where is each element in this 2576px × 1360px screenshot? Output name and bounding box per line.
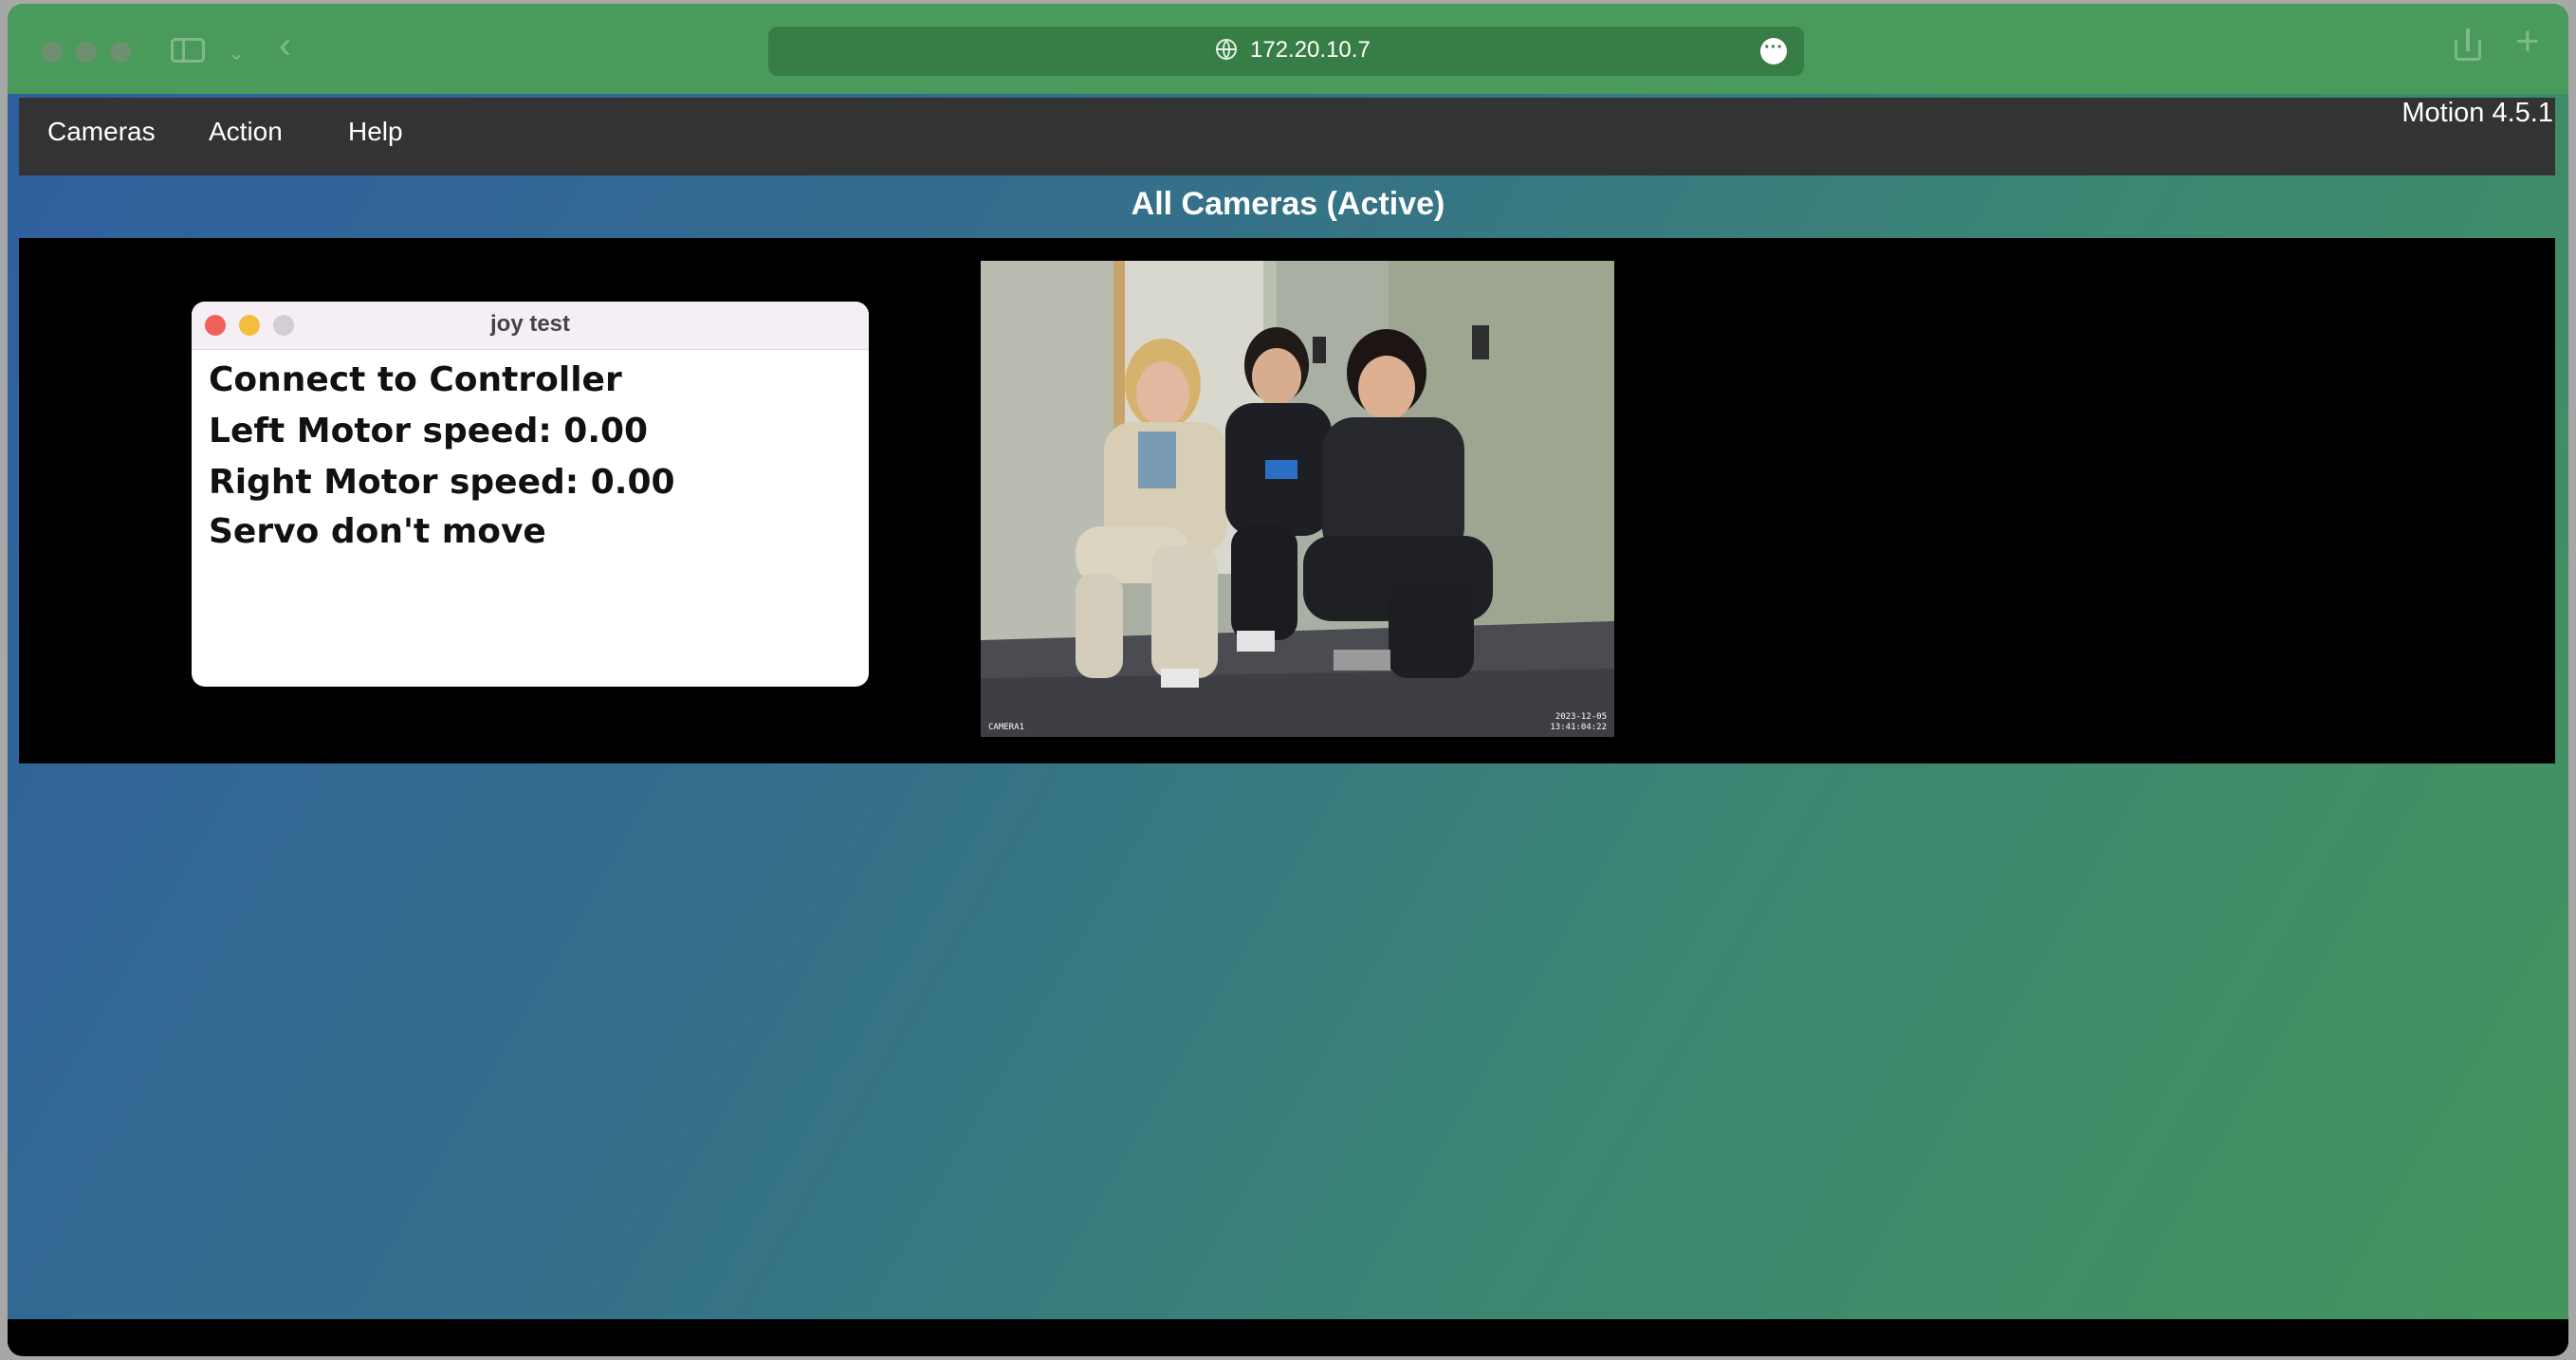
minimize-window-button[interactable] — [76, 42, 97, 63]
servo-status: Servo don't move — [209, 512, 546, 551]
camera-feed-image — [981, 261, 1614, 737]
plus-icon[interactable]: + — [2515, 21, 2540, 63]
joy-test-window: joy test Connect to Controller Left Moto… — [192, 302, 869, 687]
globe-icon — [1216, 39, 1237, 60]
camera-panel: joy test Connect to Controller Left Moto… — [19, 238, 2555, 763]
url-text[interactable]: 172.20.10.7 — [1250, 37, 1371, 64]
top-navbar: Cameras Action Help Motion 4.5.1 — [19, 98, 2555, 175]
browser-window: ⌄ ‹ 172.20.10.7 ··· + Cameras Action Hel… — [8, 4, 2568, 1356]
address-bar[interactable]: 172.20.10.7 ··· — [768, 27, 1804, 76]
share-icon[interactable] — [2455, 28, 2481, 61]
nav-help[interactable]: Help — [348, 117, 403, 147]
timestamp-date: 2023-12-05 — [1555, 712, 1607, 722]
joy-window-titlebar[interactable]: joy test — [192, 302, 869, 350]
camera-label: CAMERA1 — [988, 723, 1024, 732]
joy-window-title: joy test — [489, 311, 571, 337]
timestamp-time: 13:41:04:22 — [1550, 723, 1607, 732]
page-title: All Cameras (Active) — [1131, 186, 1445, 222]
footer-bar — [8, 1319, 2568, 1356]
page-content: Cameras Action Help Motion 4.5.1 All Cam… — [8, 94, 2568, 1356]
chevron-left-icon[interactable]: ‹ — [279, 25, 291, 66]
browser-toolbar: ⌄ ‹ 172.20.10.7 ··· + — [8, 4, 2568, 94]
right-motor-speed: Right Motor speed: 0.00 — [209, 463, 675, 502]
camera-timestamp: 2023-12-05 13:41:04:22 — [1550, 712, 1607, 733]
left-motor-speed: Left Motor speed: 0.00 — [209, 412, 649, 450]
camera-feed[interactable]: CAMERA1 2023-12-05 13:41:04:22 — [981, 261, 1614, 737]
nav-action[interactable]: Action — [209, 117, 283, 147]
zoom-window-button[interactable] — [110, 42, 131, 63]
chevron-down-icon[interactable]: ⌄ — [228, 32, 245, 74]
nav-cameras[interactable]: Cameras — [47, 117, 156, 147]
sidebar-icon[interactable] — [171, 38, 205, 63]
ellipsis-icon[interactable]: ··· — [1760, 38, 1787, 64]
version-label: Motion 4.5.1 — [2401, 98, 2553, 128]
controller-status: Connect to Controller — [209, 360, 622, 399]
close-window-button[interactable] — [42, 42, 63, 63]
